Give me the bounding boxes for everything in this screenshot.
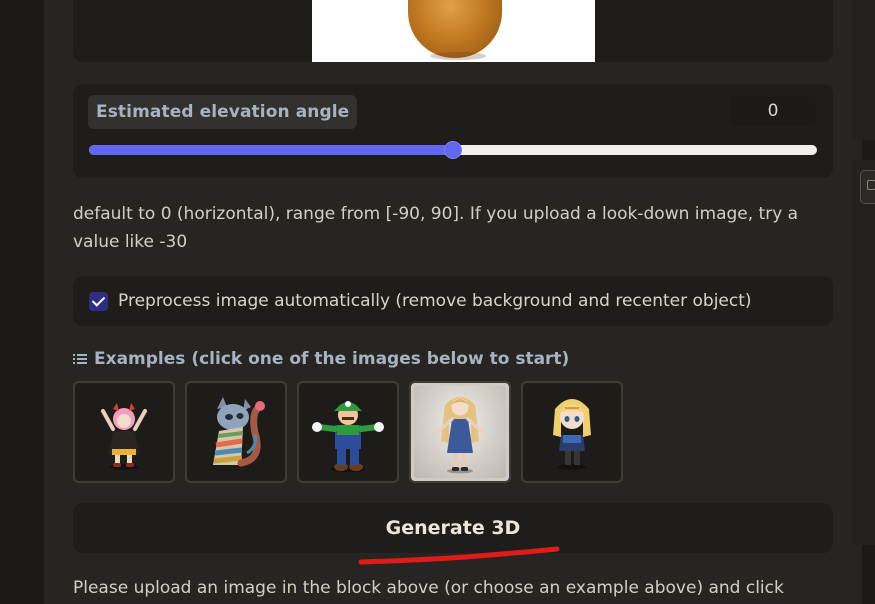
input-image-preview [312, 0, 595, 62]
striped-cat-figure [213, 397, 265, 467]
elevation-slider-thumb[interactable] [444, 141, 462, 159]
vase-shadow [430, 52, 486, 60]
elevation-help-text: default to 0 (horizontal), range from [-… [73, 204, 799, 252]
example-thumb-pink-girl[interactable] [73, 381, 175, 483]
zelda-figure [553, 399, 591, 470]
right-panel-top [852, 0, 875, 140]
examples-heading: Examples (click one of the images below … [73, 346, 569, 372]
blonde-girl-figure [435, 397, 485, 474]
example-thumb-blonde-girl[interactable] [409, 381, 511, 483]
examples-heading-text: Examples (click one of the images below … [94, 349, 570, 369]
list-icon [73, 353, 87, 365]
right-panel-middle [852, 160, 875, 545]
elevation-value-input[interactable]: 0 [730, 96, 816, 126]
preprocess-label[interactable]: Preprocess image automatically (remove b… [118, 288, 752, 314]
luigi-figure [312, 401, 384, 472]
left-gutter [0, 0, 44, 604]
elevation-slider-fill [89, 145, 453, 155]
red-underline-annotation [358, 546, 560, 565]
pink-girl-figure [101, 403, 147, 470]
side-panel-icon [867, 180, 875, 190]
example-thumb-luigi[interactable] [297, 381, 399, 483]
example-thumb-striped-cat[interactable] [185, 381, 287, 483]
vase-image [408, 0, 502, 58]
example-thumb-zelda[interactable] [521, 381, 623, 483]
elevation-label: Estimated elevation angle [88, 95, 358, 129]
instructions-text: Please upload an image in the block abov… [73, 578, 784, 598]
